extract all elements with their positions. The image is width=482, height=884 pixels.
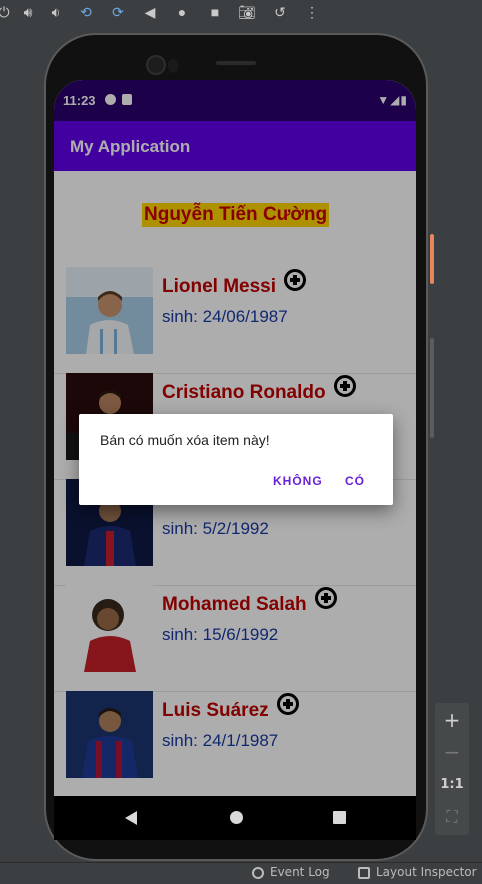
event-log-tab[interactable]: Event Log: [252, 865, 330, 879]
event-log-label: Event Log: [270, 865, 330, 879]
volume-down-icon[interactable]: 🔉︎: [46, 2, 66, 22]
replay-icon[interactable]: ↺: [270, 2, 290, 22]
rotate-left-icon[interactable]: ⟲: [76, 2, 96, 22]
layout-inspector-tab[interactable]: Layout Inspector: [358, 865, 477, 879]
overview-icon[interactable]: ■: [205, 2, 225, 22]
nav-back-icon[interactable]: [125, 811, 137, 825]
sensor-icon: [168, 59, 178, 73]
emulator-toolbar: ⏻ 🔊︎ 🔉︎ ⟲ ⟳ ◀ ● ■ 📷︎ ↺ ⋮: [0, 0, 482, 24]
zoom-in-button[interactable]: +: [435, 705, 469, 735]
delete-confirm-dialog: Bán có muốn xóa item này! KHÔNG CÓ: [79, 414, 393, 505]
fit-screen-button[interactable]: ⛶: [435, 802, 469, 832]
negative-button[interactable]: KHÔNG: [273, 474, 323, 488]
actual-size-button[interactable]: 1:1: [435, 770, 469, 800]
phone-sensors: [146, 53, 326, 77]
layout-inspector-icon: [358, 867, 370, 879]
navigation-bar: [54, 796, 416, 840]
dialog-message: Bán có muốn xóa item này!: [100, 432, 270, 448]
rotate-right-icon[interactable]: ⟳: [108, 2, 128, 22]
more-icon[interactable]: ⋮: [302, 2, 322, 22]
zoom-panel: + − 1:1 ⛶: [435, 703, 469, 835]
nav-home-icon[interactable]: [230, 811, 243, 824]
back-icon[interactable]: ◀: [140, 2, 160, 22]
event-log-icon: [252, 867, 264, 879]
volume-up-icon[interactable]: 🔊︎: [18, 2, 38, 22]
zoom-out-button[interactable]: −: [435, 737, 469, 767]
positive-button[interactable]: CÓ: [345, 474, 365, 488]
home-icon[interactable]: ●: [172, 2, 192, 22]
nav-recents-icon[interactable]: [333, 811, 346, 824]
speaker-grille: [216, 61, 256, 65]
power-icon[interactable]: ⏻: [0, 2, 14, 22]
camera-lens-icon: [146, 55, 166, 75]
ide-status-strip: Event Log Layout Inspector: [0, 862, 482, 884]
scroll-marker: [430, 338, 434, 438]
scroll-marker: [430, 234, 434, 284]
layout-inspector-label: Layout Inspector: [376, 865, 477, 879]
camera-icon[interactable]: 📷︎: [237, 2, 257, 22]
